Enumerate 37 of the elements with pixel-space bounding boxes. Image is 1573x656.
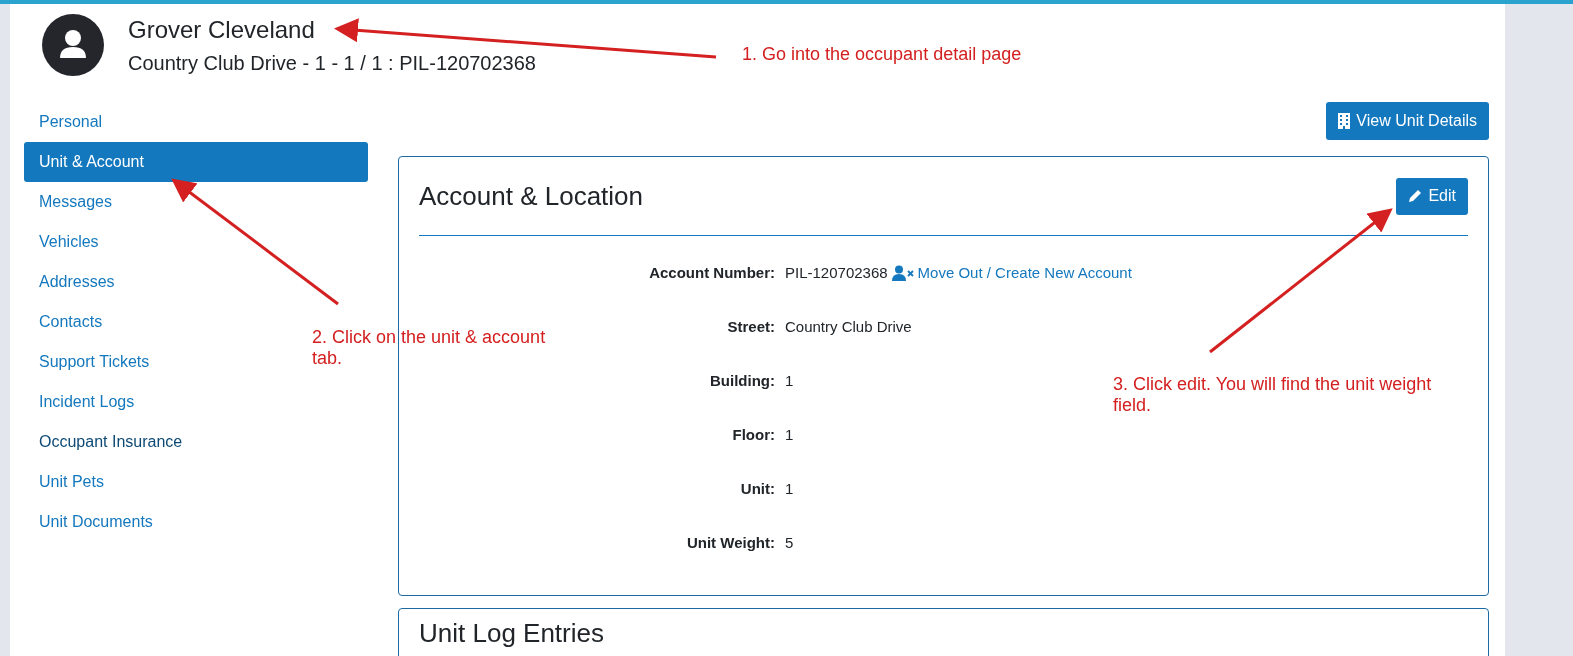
field-value: 1 [785, 372, 794, 389]
annotation-text: 1. Go into the occupant detail page [742, 44, 1022, 65]
sidebar-item[interactable]: Personal [24, 102, 107, 142]
sidebar-item[interactable]: Unit Pets [24, 462, 108, 502]
sidebar-item[interactable]: Unit Documents [24, 502, 157, 542]
view-unit-details-button[interactable]: View Unit Details [1326, 102, 1489, 140]
sidebar-item[interactable]: Occupant Insurance [24, 422, 187, 462]
field-value: PIL-120702368 [785, 264, 888, 281]
occupant-subtitle: Country Club Drive - 1 - 1 / 1 : PIL-120702368 [128, 51, 536, 75]
user-remove-icon [891, 264, 914, 281]
move-out-link[interactable]: Move Out / Create New Account [917, 264, 1132, 281]
field-label: Floor: [731, 426, 775, 443]
occupant-name: Grover Cleveland [128, 15, 316, 44]
field-value: 1 [785, 480, 794, 497]
annotation-text: 3. Click edit. You will find the unit weight field. [1113, 374, 1433, 416]
sidebar-item[interactable]: Contacts [24, 302, 107, 342]
field-label: Unit: [739, 480, 775, 497]
field-value: 5 [785, 534, 794, 551]
sidebar-item[interactable]: Messages [24, 182, 116, 222]
field-label: Building: [709, 372, 775, 389]
sidebar-item[interactable]: Support Tickets [24, 342, 154, 382]
field-value: 1 [785, 426, 794, 443]
field-label: Unit Weight: [685, 534, 775, 551]
sidebar-item[interactable]: Incident Logs [24, 382, 139, 422]
avatar-icon [42, 14, 104, 76]
building-icon [1338, 113, 1351, 129]
card-title: Unit Log Entries [419, 618, 604, 649]
edit-button[interactable]: Edit [1396, 177, 1468, 215]
field-value: Country Club Drive [785, 318, 912, 335]
sidebar-item[interactable]: Addresses [24, 262, 119, 302]
field-label: Street: [726, 318, 775, 335]
field-label: Account Number: [648, 264, 775, 281]
pencil-icon [1408, 189, 1423, 203]
annotation-text: 2. Click on the unit & account tab. [312, 327, 547, 369]
card-title: Account & Location [419, 180, 644, 212]
sidebar-item[interactable]: Vehicles [24, 222, 103, 262]
sidebar-item[interactable]: Unit & Account [24, 142, 368, 182]
